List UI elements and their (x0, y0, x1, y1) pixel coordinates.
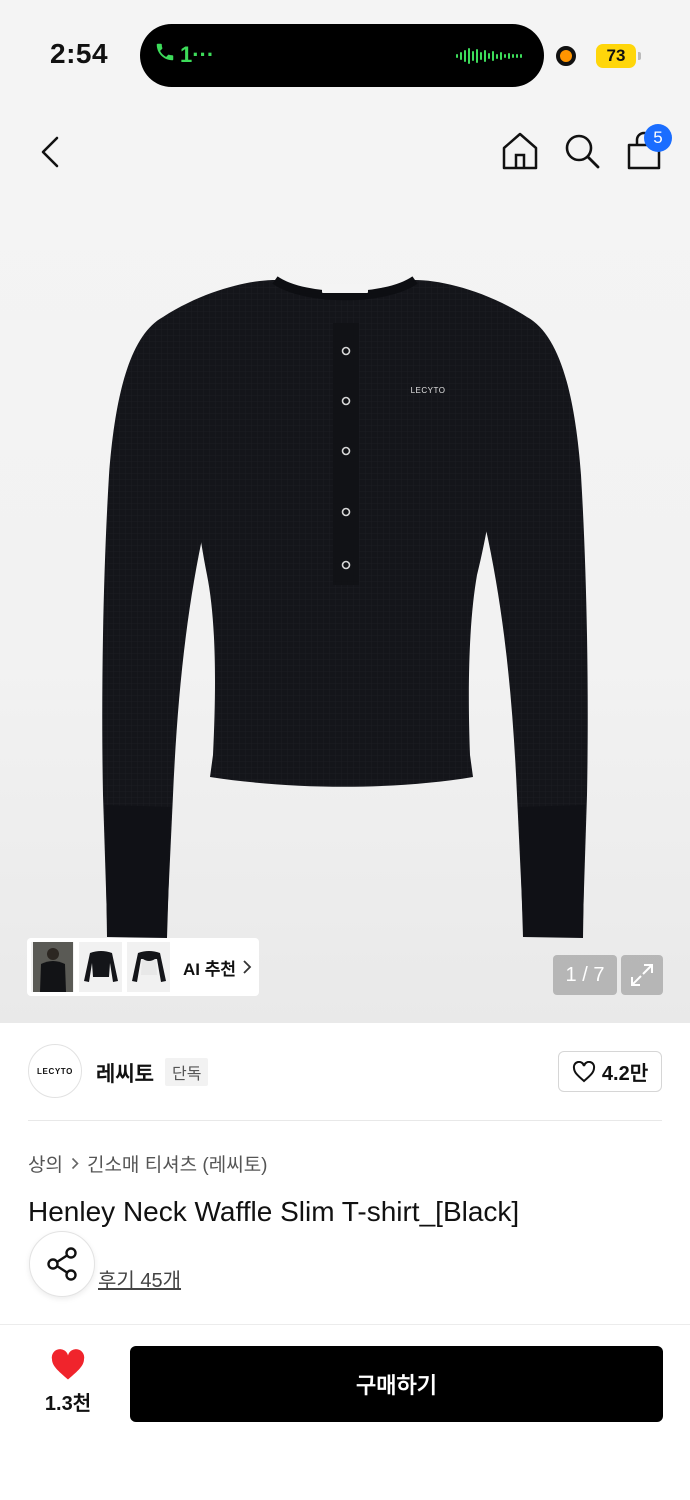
call-indicator-text: 1··· (180, 42, 215, 67)
product-title: Henley Neck Waffle Slim T-shirt_[Black] (28, 1196, 520, 1227)
recommend-thumb-3[interactable] (127, 942, 170, 992)
brand-like-button[interactable]: 4.2만 (558, 1051, 662, 1092)
waveform-icon (456, 45, 522, 67)
search-button[interactable] (560, 126, 604, 176)
cart-button[interactable]: 5 (622, 124, 672, 176)
image-counter: 1 / 7 (553, 955, 617, 995)
bottom-action-bar: 1.3천 구매하기 (0, 1324, 690, 1500)
battery-level: 73 (606, 46, 626, 65)
back-arrow-icon (41, 136, 59, 168)
top-nav-actions: 5 (498, 124, 672, 176)
buy-button[interactable]: 구매하기 (130, 1346, 663, 1422)
back-button[interactable] (28, 130, 72, 174)
ai-recommend-strip[interactable]: AI 추천 (27, 938, 259, 996)
status-bar: 2:54 1··· 73 (0, 0, 690, 110)
exclusive-badge: 단독 (165, 1058, 209, 1086)
brand-logo-text: LECYTO (37, 1066, 73, 1076)
recommend-thumb-2[interactable] (79, 942, 122, 992)
battery-nub (638, 52, 641, 60)
breadcrumb: 상의 긴소매 티셔츠 (레씨토) (28, 1150, 268, 1177)
breadcrumb-subcategory[interactable]: 긴소매 티셔츠 (레씨토) (87, 1150, 268, 1177)
model-thumb-image (32, 942, 73, 992)
chevron-right-icon (71, 1157, 79, 1170)
call-indicator[interactable]: 1··· (154, 38, 214, 72)
dynamic-island[interactable]: 1··· (140, 24, 544, 87)
ai-recommend-label: AI 추천 (183, 959, 237, 979)
reviews-link[interactable]: 후기 45개 (98, 1264, 181, 1293)
brand-like-count: 4.2만 (601, 1063, 649, 1085)
wishlist-count: 1.3천 (44, 1393, 92, 1415)
brand-name[interactable]: 레씨토 (96, 1058, 154, 1088)
heart-filled-icon (51, 1349, 85, 1380)
product-image[interactable]: LECYTO (95, 275, 595, 945)
product-gallery[interactable]: 5 LECYTO AI 추천 1 / 7 (0, 110, 690, 1023)
heart-outline-icon (572, 1060, 595, 1082)
share-icon (47, 1247, 77, 1281)
wishlist-button[interactable]: 1.3천 (28, 1349, 108, 1419)
shirt-thumb-image-2 (131, 951, 166, 982)
status-time: 2:54 (50, 38, 109, 69)
divider (28, 1120, 662, 1121)
recommend-thumb-1[interactable] (31, 942, 74, 992)
shirt-logo: LECYTO (411, 386, 446, 395)
breadcrumb-category[interactable]: 상의 (28, 1150, 63, 1177)
expand-icon (631, 964, 653, 986)
cart-count-badge: 5 (644, 124, 672, 152)
brand-row: LECYTO 레씨토 단독 4.2만 (28, 1044, 662, 1100)
phone-icon (154, 41, 176, 69)
expand-button[interactable] (621, 955, 663, 995)
chevron-right-icon (243, 960, 252, 974)
battery-icon: 73 (596, 44, 636, 68)
home-icon (502, 132, 538, 170)
brand-logo[interactable]: LECYTO (28, 1044, 82, 1098)
share-button[interactable] (29, 1231, 95, 1297)
shirt-thumb-image (83, 951, 118, 982)
ai-recommend-link[interactable]: AI 추천 (183, 955, 252, 980)
recording-dot (556, 46, 576, 66)
home-button[interactable] (498, 126, 542, 176)
search-icon (565, 134, 600, 169)
